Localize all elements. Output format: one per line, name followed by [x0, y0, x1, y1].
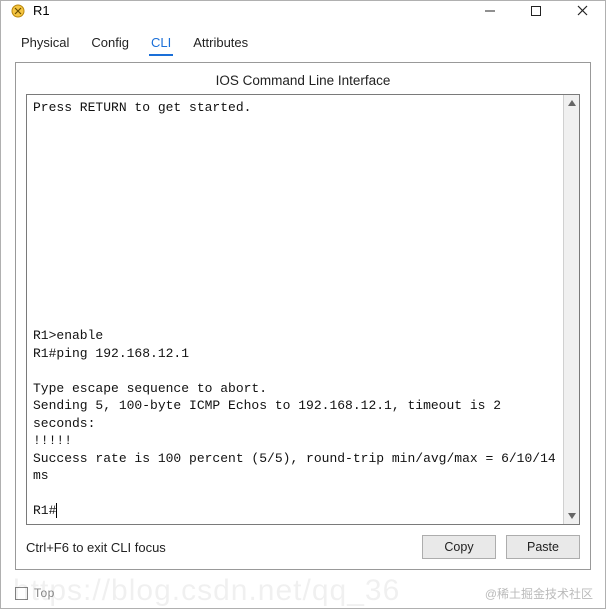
- scroll-up-arrow[interactable]: [564, 95, 579, 111]
- tab-config[interactable]: Config: [89, 33, 131, 56]
- app-window: R1 Physical Config CLI Attributes IOS Co…: [0, 0, 606, 609]
- copy-button[interactable]: Copy: [422, 535, 496, 559]
- tab-cli[interactable]: CLI: [149, 33, 173, 56]
- panel-footer-row: Ctrl+F6 to exit CLI focus Copy Paste: [26, 535, 580, 559]
- close-button[interactable]: [559, 1, 605, 21]
- maximize-button[interactable]: [513, 1, 559, 21]
- titlebar: R1: [1, 1, 605, 21]
- content-area: Physical Config CLI Attributes IOS Comma…: [1, 21, 605, 580]
- terminal-container: Press RETURN to get started. R1>enable R…: [26, 94, 580, 525]
- tab-bar: Physical Config CLI Attributes: [15, 25, 591, 62]
- router-icon: [9, 2, 27, 20]
- tab-physical[interactable]: Physical: [19, 33, 71, 56]
- top-checkbox[interactable]: [15, 587, 28, 600]
- paste-button[interactable]: Paste: [506, 535, 580, 559]
- top-checkbox-label: Top: [34, 586, 55, 600]
- window-title: R1: [33, 3, 467, 18]
- window-footer: Top: [1, 580, 605, 608]
- tab-attributes[interactable]: Attributes: [191, 33, 250, 56]
- scroll-down-arrow[interactable]: [564, 508, 579, 524]
- panel-title: IOS Command Line Interface: [26, 73, 580, 88]
- terminal-scrollbar[interactable]: [563, 95, 579, 524]
- cli-panel: IOS Command Line Interface Press RETURN …: [15, 62, 591, 570]
- minimize-button[interactable]: [467, 1, 513, 21]
- window-controls: [467, 1, 605, 21]
- terminal-output[interactable]: Press RETURN to get started. R1>enable R…: [27, 95, 563, 524]
- focus-hint: Ctrl+F6 to exit CLI focus: [26, 540, 166, 555]
